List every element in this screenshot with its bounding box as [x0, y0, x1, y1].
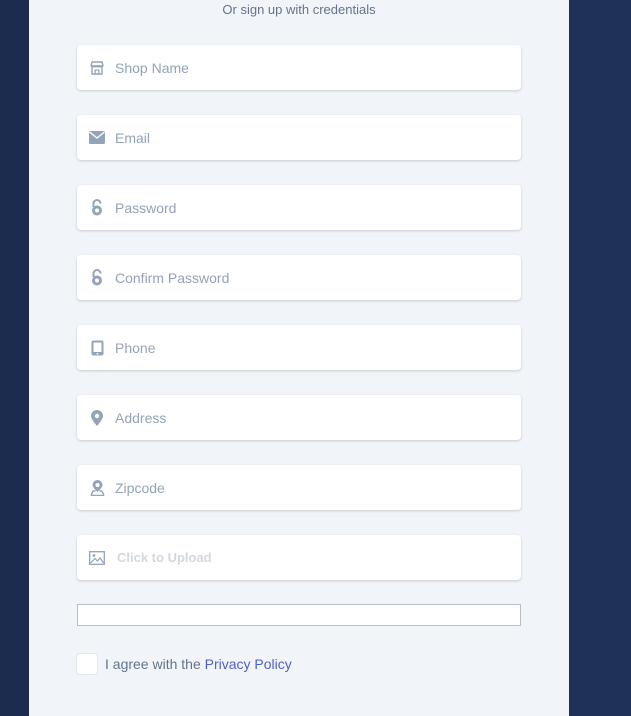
zipcode-field[interactable] — [77, 465, 521, 510]
background-right-panel — [569, 0, 631, 716]
empty-input-box[interactable] — [77, 604, 521, 626]
store-icon — [88, 59, 106, 77]
address-input[interactable] — [115, 409, 495, 426]
password-input[interactable] — [115, 199, 495, 216]
zipcode-input[interactable] — [115, 479, 495, 496]
email-input[interactable] — [115, 129, 495, 146]
signup-card: Or sign up with credentials Shop Name Em… — [29, 0, 569, 716]
confirm-password-field[interactable] — [77, 255, 521, 300]
password-field[interactable] — [77, 185, 521, 230]
lock-icon — [88, 269, 106, 287]
shop-name-field[interactable] — [77, 45, 521, 90]
agree-label: I agree with the — [105, 656, 205, 672]
tablet-icon — [88, 339, 106, 357]
address-field[interactable] — [77, 395, 521, 440]
map-pin-icon — [88, 409, 106, 427]
image-icon — [88, 549, 106, 567]
privacy-policy-link[interactable]: Privacy Policy — [205, 656, 292, 672]
email-field[interactable] — [77, 115, 521, 160]
confirm-password-input[interactable] — [115, 269, 495, 286]
shop-name-input[interactable] — [115, 59, 495, 76]
upload-field[interactable]: Click to Upload — [77, 535, 521, 580]
lock-icon — [88, 199, 106, 217]
phone-input[interactable] — [115, 339, 495, 356]
agree-text: I agree with the Privacy Policy — [105, 656, 292, 672]
phone-field[interactable] — [77, 325, 521, 370]
upload-label[interactable]: Click to Upload — [117, 550, 212, 565]
location-person-icon — [88, 479, 106, 497]
signup-subtitle: Or sign up with credentials — [222, 2, 376, 17]
privacy-agreement: I agree with the Privacy Policy — [77, 654, 292, 674]
agree-checkbox[interactable] — [77, 654, 97, 674]
envelope-icon — [88, 129, 106, 147]
